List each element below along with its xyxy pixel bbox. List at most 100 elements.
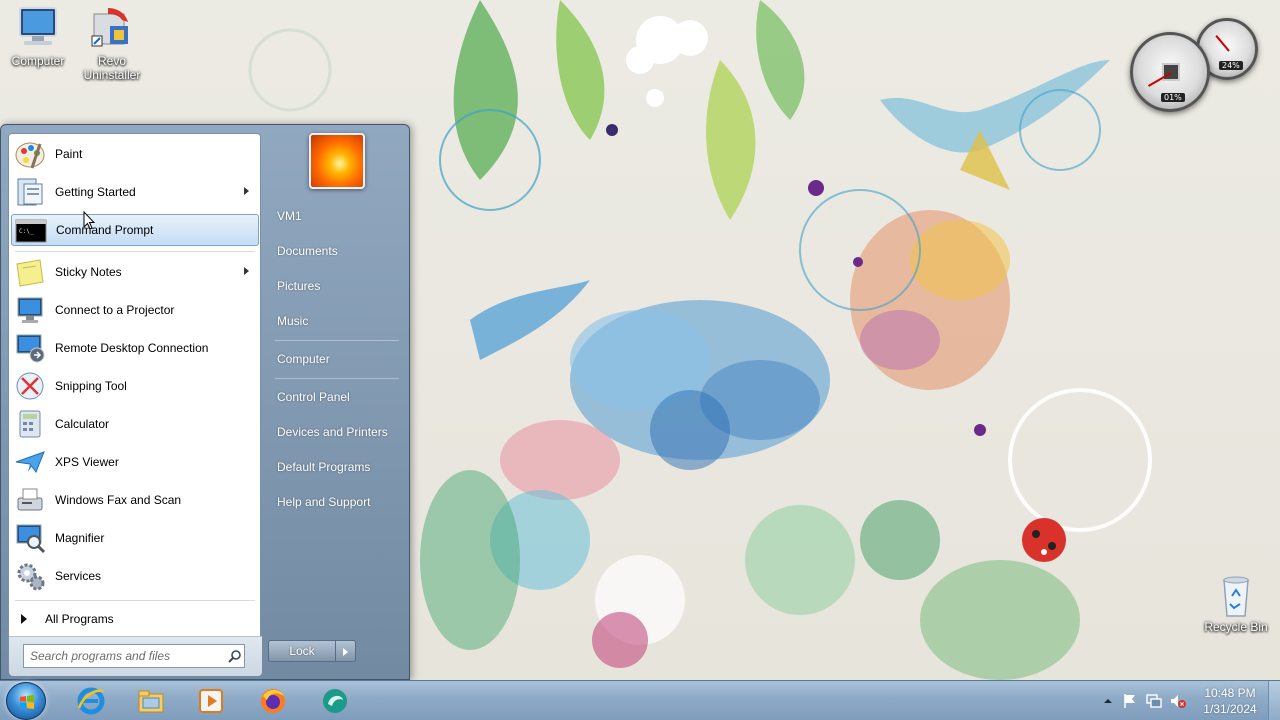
cpu-chip-icon: [1162, 63, 1180, 81]
program-label: XPS Viewer: [55, 455, 119, 469]
taskbar-firefox[interactable]: [246, 683, 298, 719]
program-label: Windows Fax and Scan: [55, 493, 182, 507]
mouse-cursor-icon: [83, 210, 96, 230]
program-getting-started[interactable]: Getting Started: [11, 176, 259, 208]
program-label: Remote Desktop Connection: [55, 341, 209, 355]
computer-icon: [14, 6, 62, 50]
separator: [15, 251, 255, 252]
program-label: Command Prompt: [56, 223, 154, 237]
power-options-arrow-button[interactable]: [336, 640, 356, 662]
remote-desktop-icon: [14, 332, 46, 364]
calculator-icon: [14, 408, 46, 440]
program-label: Magnifier: [55, 531, 105, 545]
desktop-icon-computer[interactable]: Computer: [0, 6, 78, 68]
xps-viewer-icon: [14, 446, 46, 478]
internet-explorer-icon: [77, 687, 105, 715]
right-item-help-support[interactable]: Help and Support: [267, 487, 403, 517]
desktop-icon-label: Revo Uninstaller: [83, 54, 141, 82]
desktop-icon-revo-uninstaller[interactable]: Revo Uninstaller: [72, 6, 152, 82]
cpu-dial: 01%: [1130, 32, 1210, 112]
user-picture[interactable]: [309, 133, 365, 189]
start-search-area: [9, 636, 262, 676]
triangle-right-icon: [21, 614, 27, 624]
program-sticky-notes[interactable]: Sticky Notes: [11, 256, 259, 288]
network-icon[interactable]: [1146, 693, 1162, 709]
program-remote-desktop[interactable]: Remote Desktop Connection: [11, 332, 259, 364]
ram-needle: [1215, 35, 1230, 52]
desktop-icon-label: Computer: [11, 54, 65, 68]
start-menu-programs-pane: Paint Getting Started C:\_ Command Promp…: [8, 133, 262, 676]
projector-icon: [14, 294, 46, 326]
right-item-music[interactable]: Music: [267, 306, 403, 336]
program-magnifier[interactable]: Magnifier: [11, 522, 259, 554]
search-input[interactable]: [30, 646, 226, 666]
show-hidden-icons-button[interactable]: [1100, 693, 1116, 709]
desktop-icon-recycle-bin[interactable]: Recycle Bin: [1196, 572, 1276, 634]
right-item-documents[interactable]: Documents: [267, 236, 403, 266]
taskbar-file-explorer[interactable]: [124, 683, 176, 719]
program-services[interactable]: Services: [11, 560, 259, 592]
desktop-icon-label: Recycle Bin: [1204, 620, 1268, 634]
program-label: Getting Started: [55, 185, 136, 199]
taskbar-internet-explorer[interactable]: [64, 683, 116, 719]
cpu-percent: 01%: [1161, 93, 1185, 102]
command-prompt-icon: C:\_: [15, 214, 47, 246]
program-connect-projector[interactable]: Connect to a Projector: [11, 294, 259, 326]
program-snipping-tool[interactable]: Snipping Tool: [11, 370, 259, 402]
taskbar-clock[interactable]: 10:48 PM 1/31/2024: [1196, 685, 1264, 717]
taskbar-media-player[interactable]: [184, 683, 236, 719]
file-explorer-icon: [138, 690, 164, 713]
program-fax-scan[interactable]: Windows Fax and Scan: [11, 484, 259, 516]
program-label: Connect to a Projector: [55, 303, 175, 317]
cpu-meter-gadget[interactable]: 24% 01%: [1128, 16, 1258, 112]
volume-muted-icon[interactable]: [1170, 693, 1186, 709]
all-programs-button[interactable]: All Programs: [11, 606, 259, 632]
clock-time: 10:48 PM: [1204, 686, 1256, 700]
right-item-vm1[interactable]: VM1: [267, 201, 403, 231]
clock-date: 1/31/2024: [1203, 702, 1257, 716]
sticky-notes-icon: [14, 256, 46, 288]
program-paint[interactable]: Paint: [11, 138, 259, 170]
action-center-flag-icon[interactable]: [1122, 693, 1138, 709]
search-icon[interactable]: [228, 649, 242, 663]
program-label: Services: [55, 569, 102, 583]
program-calculator[interactable]: Calculator: [11, 408, 259, 440]
services-icon: [14, 560, 46, 592]
program-label: Paint: [55, 147, 83, 161]
ram-percent: 24%: [1219, 61, 1243, 70]
recycle-bin-icon: [1212, 572, 1260, 617]
right-item-devices-printers[interactable]: Devices and Printers: [267, 417, 403, 447]
lock-button[interactable]: Lock: [268, 640, 336, 662]
firefox-icon: [261, 689, 285, 713]
taskbar: 10:48 PM 1/31/2024: [0, 680, 1280, 720]
paint-icon: [14, 138, 46, 170]
magnifier-icon: [14, 522, 46, 554]
app-icon: [323, 689, 347, 713]
program-xps-viewer[interactable]: XPS Viewer: [11, 446, 259, 478]
right-item-computer[interactable]: Computer: [267, 344, 403, 374]
right-item-control-panel[interactable]: Control Panel: [267, 382, 403, 412]
getting-started-icon: [14, 176, 46, 208]
taskbar-app[interactable]: [308, 683, 360, 719]
start-menu: Paint Getting Started C:\_ Command Promp…: [0, 124, 410, 680]
snipping-tool-icon: [14, 370, 46, 402]
right-item-default-programs[interactable]: Default Programs: [267, 452, 403, 482]
start-button[interactable]: [6, 682, 46, 720]
separator: [275, 378, 399, 379]
separator: [15, 600, 255, 601]
submenu-arrow-icon[interactable]: [244, 267, 249, 275]
windows-logo-icon: [20, 695, 34, 709]
submenu-arrow-icon[interactable]: [244, 187, 249, 195]
separator: [275, 340, 399, 341]
program-label: Snipping Tool: [55, 379, 127, 393]
fax-scan-icon: [14, 484, 46, 516]
show-desktop-button[interactable]: [1268, 681, 1280, 720]
svg-text:C:\_: C:\_: [19, 228, 34, 235]
all-programs-label: All Programs: [45, 612, 114, 626]
start-search-box[interactable]: [23, 644, 245, 668]
program-label: Calculator: [55, 417, 110, 431]
program-label: Sticky Notes: [55, 265, 122, 279]
program-command-prompt[interactable]: C:\_ Command Prompt: [11, 214, 259, 246]
media-player-icon: [199, 689, 223, 713]
right-item-pictures[interactable]: Pictures: [267, 271, 403, 301]
